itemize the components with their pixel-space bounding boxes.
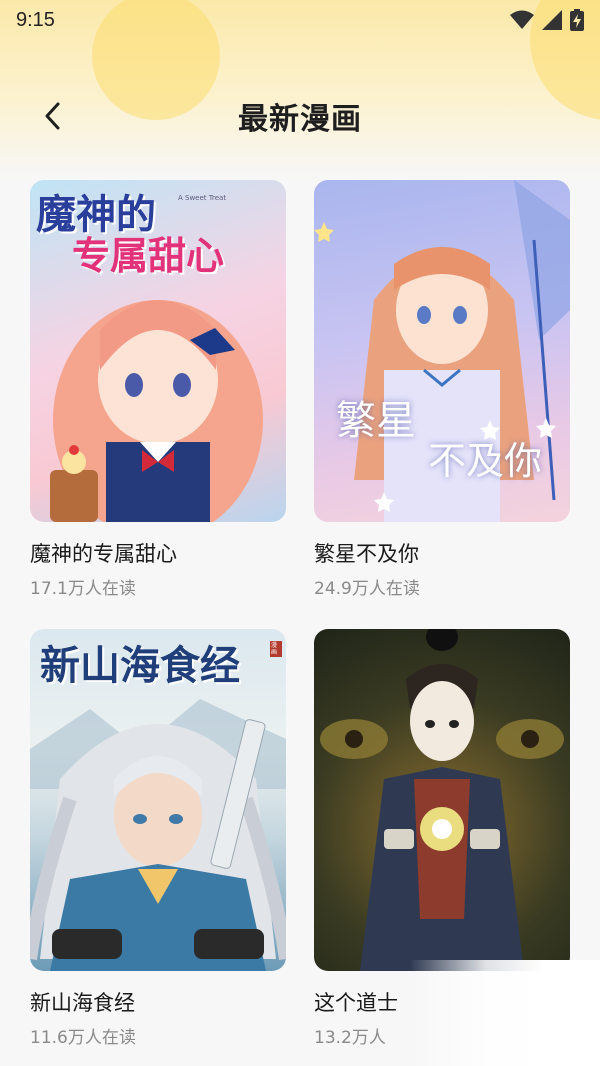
cover-illustration xyxy=(320,629,564,971)
cover-title: 繁星 不及你 xyxy=(336,400,566,482)
battery-charging-icon xyxy=(570,9,584,31)
comic-readers: 17.1万人在读 xyxy=(30,579,136,599)
comic-title: 繁星不及你 xyxy=(314,542,419,566)
comic-cover[interactable]: 新山海食经 漫画 xyxy=(30,629,286,971)
comic-title: 新山海食经 xyxy=(30,991,135,1015)
status-icons xyxy=(510,9,584,31)
wifi-icon xyxy=(510,10,534,29)
cover-title-line: 繁星 xyxy=(336,398,416,444)
comic-cover[interactable] xyxy=(314,629,570,971)
fade-overlay xyxy=(410,960,600,1066)
chevron-left-icon xyxy=(45,102,60,130)
cover-title-line: 专属甜心 xyxy=(72,233,225,278)
cover-tag: A Sweet Treat xyxy=(178,194,227,202)
comic-readers: 24.9万人在读 xyxy=(314,579,420,599)
comic-card[interactable]: 新山海食经 漫画 新山海食经 11.6万人在读 xyxy=(30,629,286,1048)
comic-cover[interactable]: 魔神的 专属甜心 A Sweet Treat xyxy=(30,180,286,522)
status-bar: 9:15 xyxy=(0,0,600,40)
status-time: 9:15 xyxy=(16,8,55,31)
comic-cover[interactable]: 繁星 不及你 xyxy=(314,180,570,522)
comic-grid: 魔神的 专属甜心 A Sweet Treat 魔神的专属甜心 17.1万人在读 xyxy=(30,180,570,1048)
cover-title-line: 魔神的 xyxy=(36,191,156,238)
comic-card[interactable]: 魔神的 专属甜心 A Sweet Treat 魔神的专属甜心 17.1万人在读 xyxy=(30,180,286,599)
comic-readers: 11.6万人在读 xyxy=(30,1028,136,1048)
signal-icon xyxy=(542,10,562,30)
page-title: 最新漫画 xyxy=(238,102,362,137)
comic-card[interactable]: 繁星 不及你 繁星不及你 24.9万人在读 xyxy=(314,180,570,599)
navigation-bar: 最新漫画 xyxy=(0,86,600,146)
cover-title: 魔神的 专属甜心 xyxy=(36,194,286,276)
back-button[interactable] xyxy=(30,94,74,138)
cover-seal: 漫画 xyxy=(270,641,282,657)
cover-title-line: 不及你 xyxy=(428,439,543,483)
comic-title: 魔神的专属甜心 xyxy=(30,542,177,566)
cover-title-line: 新山海食经 xyxy=(40,642,240,689)
cover-title: 新山海食经 xyxy=(40,645,280,687)
